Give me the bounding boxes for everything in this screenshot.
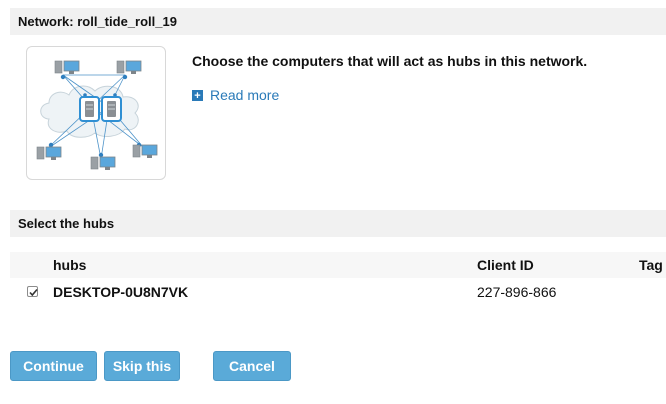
hub-selection-page: Network: roll_tide_roll_19 Choose the co…: [0, 0, 666, 404]
column-header-hubs: hubs: [53, 257, 87, 273]
hub-checkbox[interactable]: [27, 286, 38, 297]
read-more-label: Read more: [210, 87, 280, 103]
table-row: DESKTOP-0U8N7VK 227-896-866: [10, 280, 666, 304]
hub-name: DESKTOP-0U8N7VK: [53, 284, 189, 300]
hubs-table-header: hubs Client ID Tag: [10, 252, 666, 278]
page-title: Network: roll_tide_roll_19: [10, 8, 666, 35]
column-header-tag: Tag: [639, 257, 663, 273]
skip-button[interactable]: Skip this: [104, 351, 180, 381]
network-hubs-illustration: [26, 46, 166, 180]
plus-box-icon: +: [192, 89, 203, 101]
checkmark-icon: [29, 288, 38, 297]
cancel-button[interactable]: Cancel: [213, 351, 291, 381]
column-header-client-id: Client ID: [477, 257, 534, 273]
intro-heading: Choose the computers that will act as hu…: [192, 53, 588, 69]
continue-button[interactable]: Continue: [10, 351, 97, 381]
network-diagram-icon: [36, 60, 158, 170]
hub-client-id: 227-896-866: [477, 284, 557, 300]
read-more-link[interactable]: + Read more: [192, 87, 279, 103]
section-title: Select the hubs: [10, 210, 666, 237]
